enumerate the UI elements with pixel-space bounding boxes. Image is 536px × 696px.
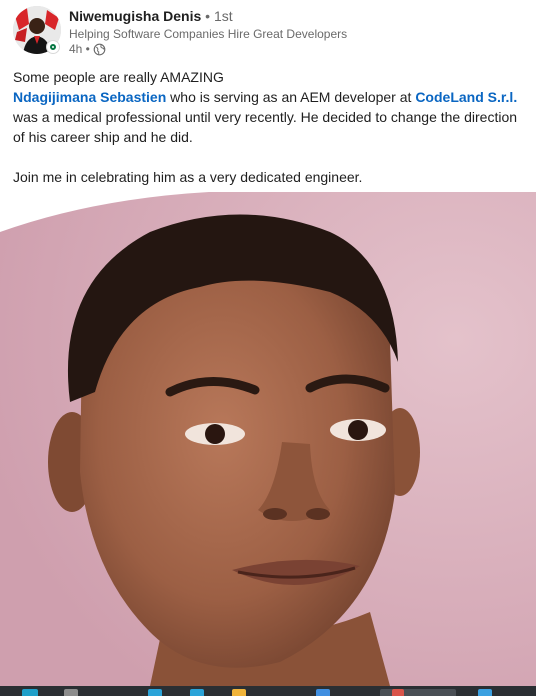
taskbar-app-icon[interactable]: [148, 689, 162, 696]
taskbar-app-icon[interactable]: [316, 689, 330, 696]
mention-company-link[interactable]: CodeLand S.r.l.: [415, 89, 517, 105]
taskbar-app-icon[interactable]: [64, 689, 78, 696]
body-text-middle: who is serving as an AEM developer at: [166, 89, 416, 105]
taskbar-app-icon[interactable]: [22, 689, 38, 696]
globe-icon: [93, 43, 106, 56]
body-line-1: Some people are really AMAZING: [13, 69, 224, 85]
author-avatar-container[interactable]: [13, 6, 61, 54]
taskbar-app-icon[interactable]: [478, 689, 492, 696]
post-time: 4h •: [69, 42, 90, 56]
post-body: Some people are really AMAZING Ndagijima…: [13, 67, 528, 187]
mention-person-link[interactable]: Ndagijimana Sebastien: [13, 89, 166, 105]
taskbar-app-icon[interactable]: [232, 689, 246, 696]
post-image[interactable]: [0, 192, 536, 686]
author-headline: Helping Software Companies Hire Great De…: [69, 27, 348, 41]
post-meta: 4h •: [69, 42, 106, 57]
portrait-photo: [0, 192, 536, 686]
body-closing: Join me in celebrating him as a very ded…: [13, 169, 363, 185]
taskbar-app-icon[interactable]: [190, 689, 204, 696]
online-status-icon: [46, 40, 60, 54]
taskbar-app-icon[interactable]: [392, 689, 404, 696]
author-name-line: Niwemugisha Denis • 1st: [69, 7, 233, 25]
body-text-after: was a medical professional until very re…: [13, 109, 518, 145]
body-paragraph: Ndagijimana Sebastien who is serving as …: [13, 87, 528, 147]
connection-degree: • 1st: [205, 8, 233, 24]
author-name[interactable]: Niwemugisha Denis: [69, 8, 201, 24]
post-header: Niwemugisha Denis • 1st Helping Software…: [0, 0, 536, 62]
